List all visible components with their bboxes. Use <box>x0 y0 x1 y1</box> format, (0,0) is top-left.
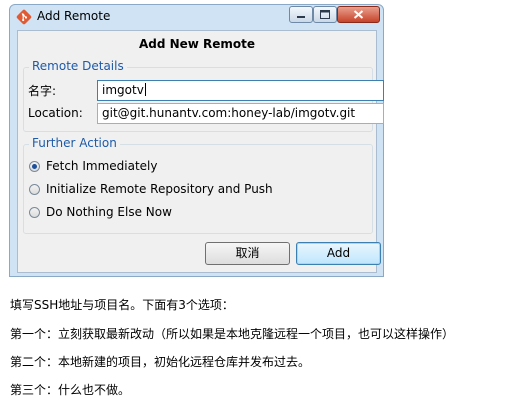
maximize-icon <box>320 10 330 19</box>
text-caret <box>144 83 146 96</box>
location-label: Location: <box>28 106 83 120</box>
further-action-group: Further Action Fetch Immediately Initial… <box>23 136 373 234</box>
location-input[interactable]: git@git.hunantv.com:honey-lab/imgotv.git <box>97 103 384 124</box>
remote-details-group: Remote Details 名字: imgotv Location: git@… <box>23 59 384 132</box>
add-remote-window: Add Remote Add New Remote Remote Details… <box>9 4 384 277</box>
description-line-3: 第二个：本地新建的项目，初始化远程仓库并发布过去。 <box>10 355 311 369</box>
close-icon <box>353 10 364 19</box>
description-line-2: 第一个：立刻获取最新改动（所以如果是本地克隆远程一个项目，也可以这样操作） <box>10 327 455 341</box>
window-title: Add Remote <box>37 9 111 23</box>
remote-details-legend: Remote Details <box>29 59 127 73</box>
radio-label: Initialize Remote Repository and Push <box>46 182 273 196</box>
radio-button-checked[interactable] <box>29 161 40 172</box>
description-line-1: 填写SSH地址与项目名。下面有3个选项： <box>10 298 234 312</box>
minimize-button[interactable] <box>289 6 313 23</box>
name-label: 名字: <box>28 84 57 98</box>
title-bar[interactable]: Add Remote <box>10 5 383 29</box>
dialog-heading: Add New Remote <box>138 37 256 51</box>
location-input-value: git@git.hunantv.com:honey-lab/imgotv.git <box>102 106 356 120</box>
further-action-legend: Further Action <box>29 136 120 150</box>
add-button[interactable]: Add <box>296 242 381 265</box>
git-logo-icon <box>16 9 32 25</box>
cancel-button[interactable]: 取消 <box>205 242 290 265</box>
radio-label: Fetch Immediately <box>46 159 158 173</box>
radio-button[interactable] <box>29 207 40 218</box>
maximize-button[interactable] <box>313 6 337 23</box>
radio-button[interactable] <box>29 184 40 195</box>
dialog-body: Add New Remote Remote Details 名字: imgotv… <box>17 30 384 273</box>
radio-label: Do Nothing Else Now <box>46 205 172 219</box>
close-button[interactable] <box>337 6 380 23</box>
description-line-4: 第三个：什么也不做。 <box>10 383 131 397</box>
name-input[interactable]: imgotv <box>97 80 384 101</box>
name-input-value: imgotv <box>102 83 144 97</box>
minimize-icon <box>297 16 305 18</box>
